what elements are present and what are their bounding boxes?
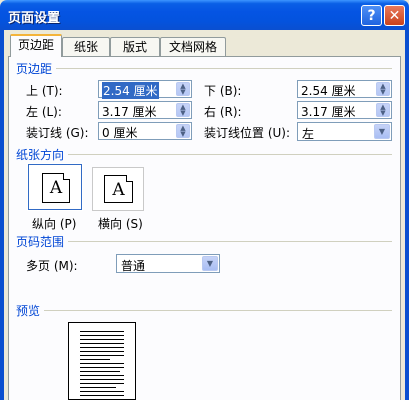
preview-line [80,367,124,368]
title-bar[interactable]: 页面设置 ? ✕ [0,0,409,30]
spin-arrows-icon[interactable]: ▲ ▼ [376,82,390,96]
close-icon: ✕ [388,7,401,24]
gutter-spinner[interactable]: 0 厘米 ▲ ▼ [98,122,192,140]
top-margin-spinner[interactable]: 2.54 厘米 ▲ ▼ [98,80,192,99]
spin-arrows-icon[interactable]: ▲ ▼ [376,103,390,117]
tab-label: 页边距 [17,38,54,52]
tab-label: 纸张 [73,40,98,54]
window-frame-right [405,30,409,400]
preview-line [80,379,124,380]
multiple-pages-select[interactable]: 普通 ▼ [116,254,220,273]
help-icon: ? [367,7,376,24]
portrait-button[interactable]: A [27,163,83,211]
preview-line [80,343,124,344]
preview-line [80,383,124,384]
preview-line [80,395,124,396]
top-margin-label: 上 (T): [26,84,63,98]
bottom-margin-label: 下 (B): [204,84,242,98]
landscape-label[interactable]: 横向 (S) [98,215,143,232]
preview-line [80,331,124,332]
portrait-page-icon: A [42,173,70,203]
landscape-button[interactable]: A [92,167,144,211]
landscape-glyph: A [112,180,125,200]
preview-line [80,351,124,352]
preview-page [68,322,136,400]
preview-line [80,359,110,360]
gutter-position-select[interactable]: 左 ▼ [297,122,392,141]
right-margin-value[interactable]: 3.17 厘米 [301,103,356,120]
preview-line [80,347,124,348]
tab-label: 文档网格 [168,40,217,54]
left-margin-value[interactable]: 3.17 厘米 [102,103,157,120]
spin-arrows-icon[interactable]: ▲ ▼ [176,103,190,117]
window-frame-left [0,30,4,400]
group-divider [16,241,392,242]
spin-arrows-icon[interactable]: ▲ ▼ [176,82,190,96]
group-divider [16,154,392,155]
preview-line [80,375,124,376]
preview-line [80,355,124,356]
pages-group-title: 页码范围 [16,233,69,250]
orientation-group-title: 纸张方向 [16,146,69,163]
gutter-label: 装订线 (G): [26,126,89,140]
portrait-glyph: A [49,178,63,198]
preview-line [80,363,124,364]
tab-margins[interactable]: 页边距 [10,34,62,57]
gutter-position-value: 左 [302,127,315,141]
tab-paper[interactable]: 纸张 [62,37,110,56]
multiple-pages-label: 多页 (M): [26,259,78,273]
chevron-down-icon[interactable]: ▼ [374,124,390,139]
right-margin-label: 右 (R): [204,105,242,119]
tab-label: 版式 [122,40,147,54]
tab-layout[interactable]: 版式 [110,37,160,56]
preview-line [80,391,124,392]
bottom-margin-spinner[interactable]: 2.54 厘米 ▲ ▼ [297,80,392,98]
gutter-position-label: 装订线位置 (U): [204,126,291,140]
margins-group-title: 页边距 [16,60,57,77]
preview-line [80,335,124,336]
preview-group-title: 预览 [16,302,45,319]
window-title: 页面设置 [8,11,61,26]
left-margin-label: 左 (L): [26,105,62,119]
spin-arrows-icon[interactable]: ▲ ▼ [176,124,190,138]
right-margin-spinner[interactable]: 3.17 厘米 ▲ ▼ [297,101,392,119]
close-button[interactable]: ✕ [384,5,405,26]
left-margin-spinner[interactable]: 3.17 厘米 ▲ ▼ [98,101,192,119]
group-divider [16,310,392,311]
preview-line [80,339,124,340]
chevron-down-icon[interactable]: ▼ [202,256,218,271]
gutter-value[interactable]: 0 厘米 [102,124,137,141]
tab-document-grid[interactable]: 文档网格 [160,37,226,56]
bottom-margin-value[interactable]: 2.54 厘米 [301,82,356,99]
help-button[interactable]: ? [361,5,382,26]
group-divider [16,68,392,69]
top-margin-value[interactable]: 2.54 厘米 [102,82,159,99]
preview-line [80,371,120,372]
portrait-label[interactable]: 纵向 (P) [32,215,76,232]
preview-line [80,387,116,388]
multiple-pages-value: 普通 [121,259,146,273]
landscape-page-icon: A [104,175,133,203]
